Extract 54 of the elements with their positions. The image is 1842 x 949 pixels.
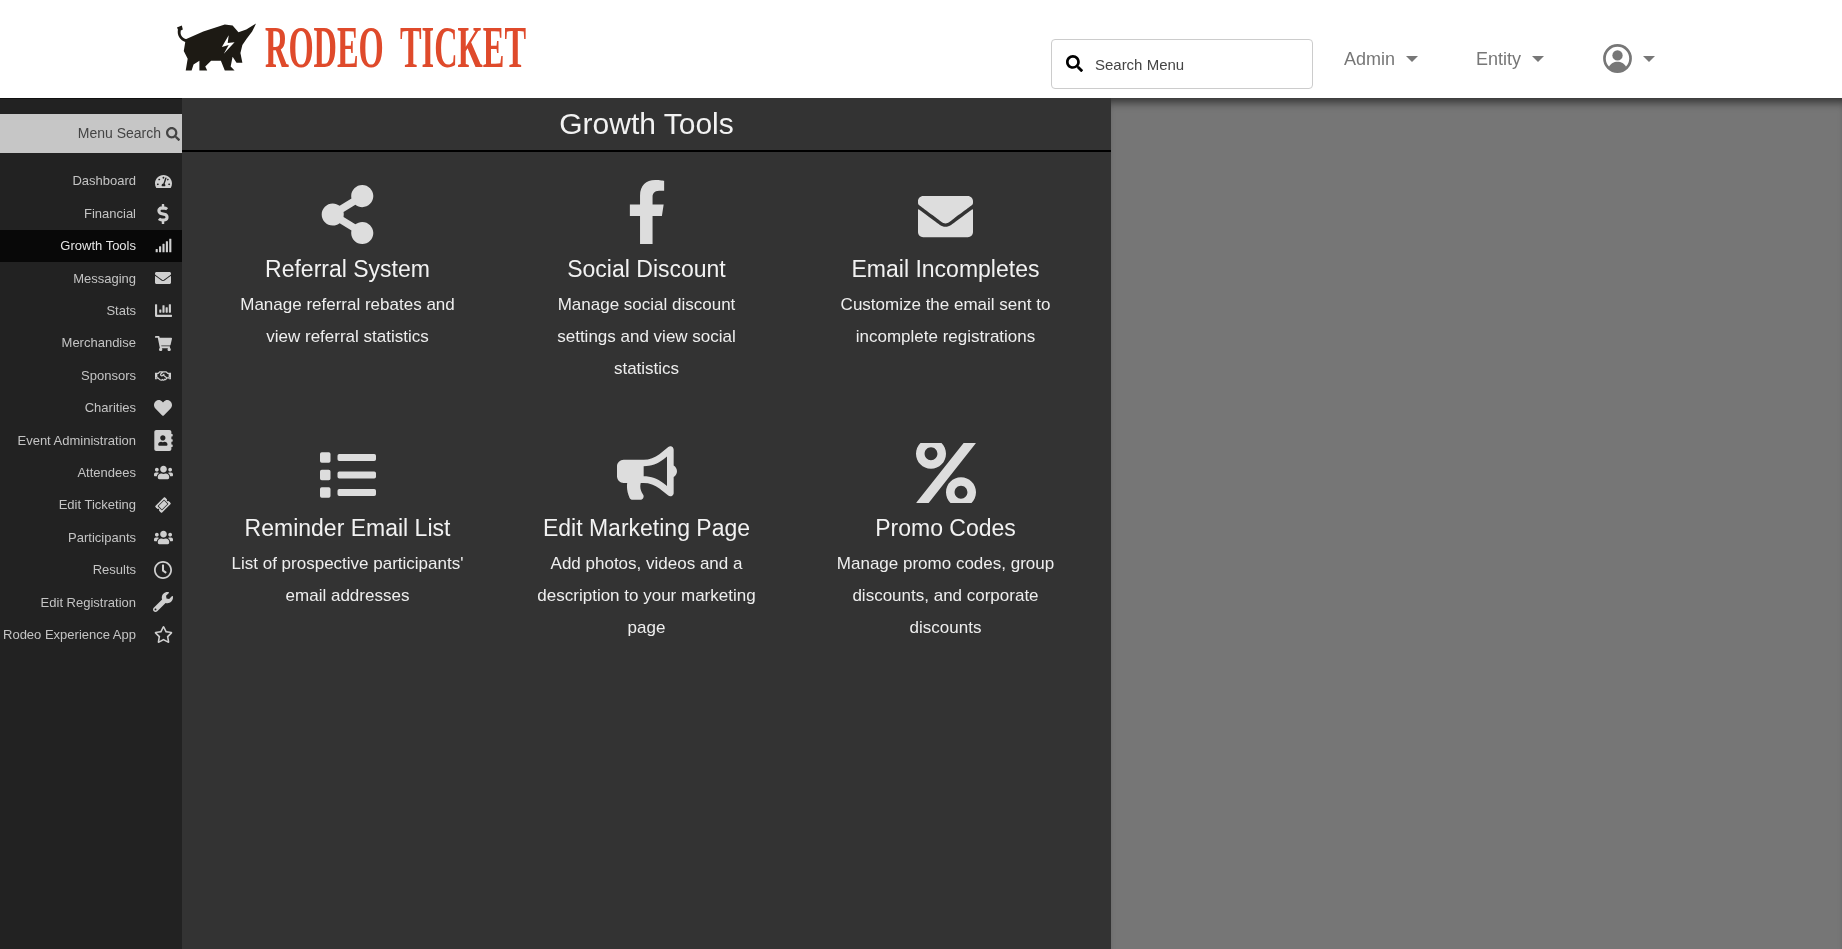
sidebar-item[interactable]: Messaging (0, 262, 182, 295)
caret-icon (1532, 56, 1544, 62)
envelope-icon (155, 270, 171, 287)
sidebar-item[interactable]: Participants (0, 521, 182, 554)
sidebar-item[interactable]: Growth Tools (0, 229, 182, 263)
clock-icon (154, 560, 172, 579)
tool-description: List of prospective participants' email addresses (230, 553, 465, 607)
sidebar-item[interactable]: Sponsors (0, 359, 182, 392)
tool-title[interactable]: Edit Marketing Page (542, 513, 751, 543)
tool-description: Manage referral rebates and view referral statistics (239, 294, 456, 348)
contact-book-icon (152, 429, 174, 451)
tool-description: Manage promo codes, group discounts, and corporate discounts (835, 553, 1056, 639)
tool-description: Manage social discount settings and view social statistics (556, 294, 737, 380)
user-avatar-icon (1603, 44, 1632, 73)
sidebar-item[interactable]: Edit Registration (0, 586, 182, 619)
caret-icon (1643, 55, 1655, 62)
sidebar-item[interactable]: Merchandise (0, 326, 182, 360)
user-menu[interactable] (1603, 44, 1655, 73)
search-icon (166, 126, 180, 141)
sidebar-item[interactable]: Rodeo Experience App (0, 618, 182, 651)
ticket-icon (153, 495, 173, 515)
tool-title[interactable]: Promo Codes (875, 513, 1016, 543)
people-icon (153, 528, 173, 547)
signal-bars-icon (154, 237, 172, 255)
sidebar-item[interactable]: Event Administration (0, 424, 182, 457)
cart-icon (154, 334, 172, 352)
menu-search-button[interactable]: Menu Search (0, 114, 182, 153)
sidebar-item[interactable]: Attendees (0, 456, 182, 489)
sidebar-item[interactable]: Financial (0, 197, 182, 230)
caret-icon (1405, 56, 1418, 62)
nav-dropdown[interactable]: Admin (1343, 46, 1418, 72)
search-icon (1065, 55, 1083, 72)
sidebar-item[interactable]: Dashboard (0, 165, 182, 198)
sidebar-item[interactable]: Charities (0, 391, 182, 425)
bar-chart-icon (154, 302, 172, 320)
nav-dropdown[interactable]: Entity (1475, 46, 1544, 72)
tool-description: Customize the email sent to incomplete registrations (839, 294, 1052, 348)
tool-title[interactable]: Email Incompletes (851, 254, 1040, 284)
tool-title[interactable]: Social Discount (567, 254, 726, 284)
sidebar-item[interactable]: Edit Ticketing (0, 488, 182, 522)
percent-icon (915, 443, 976, 503)
star-icon (153, 625, 173, 645)
wrench-icon (153, 592, 173, 613)
megaphone-icon (616, 443, 677, 503)
tool-title[interactable]: Referral System (265, 254, 430, 284)
search-field[interactable]: Search Menu (1050, 39, 1313, 89)
sidebar-item[interactable]: Results (0, 553, 182, 587)
heart-icon (154, 398, 172, 417)
sidebar-item[interactable]: Stats (0, 294, 182, 327)
page-title: Growth Tools (559, 106, 734, 142)
tool-title[interactable]: Reminder Email List (244, 513, 451, 543)
tool-description: Add photos, videos and a description to your marketing page (536, 553, 757, 639)
logo-text: RODEO TICKET (265, 24, 526, 70)
gauge-icon (154, 172, 172, 190)
